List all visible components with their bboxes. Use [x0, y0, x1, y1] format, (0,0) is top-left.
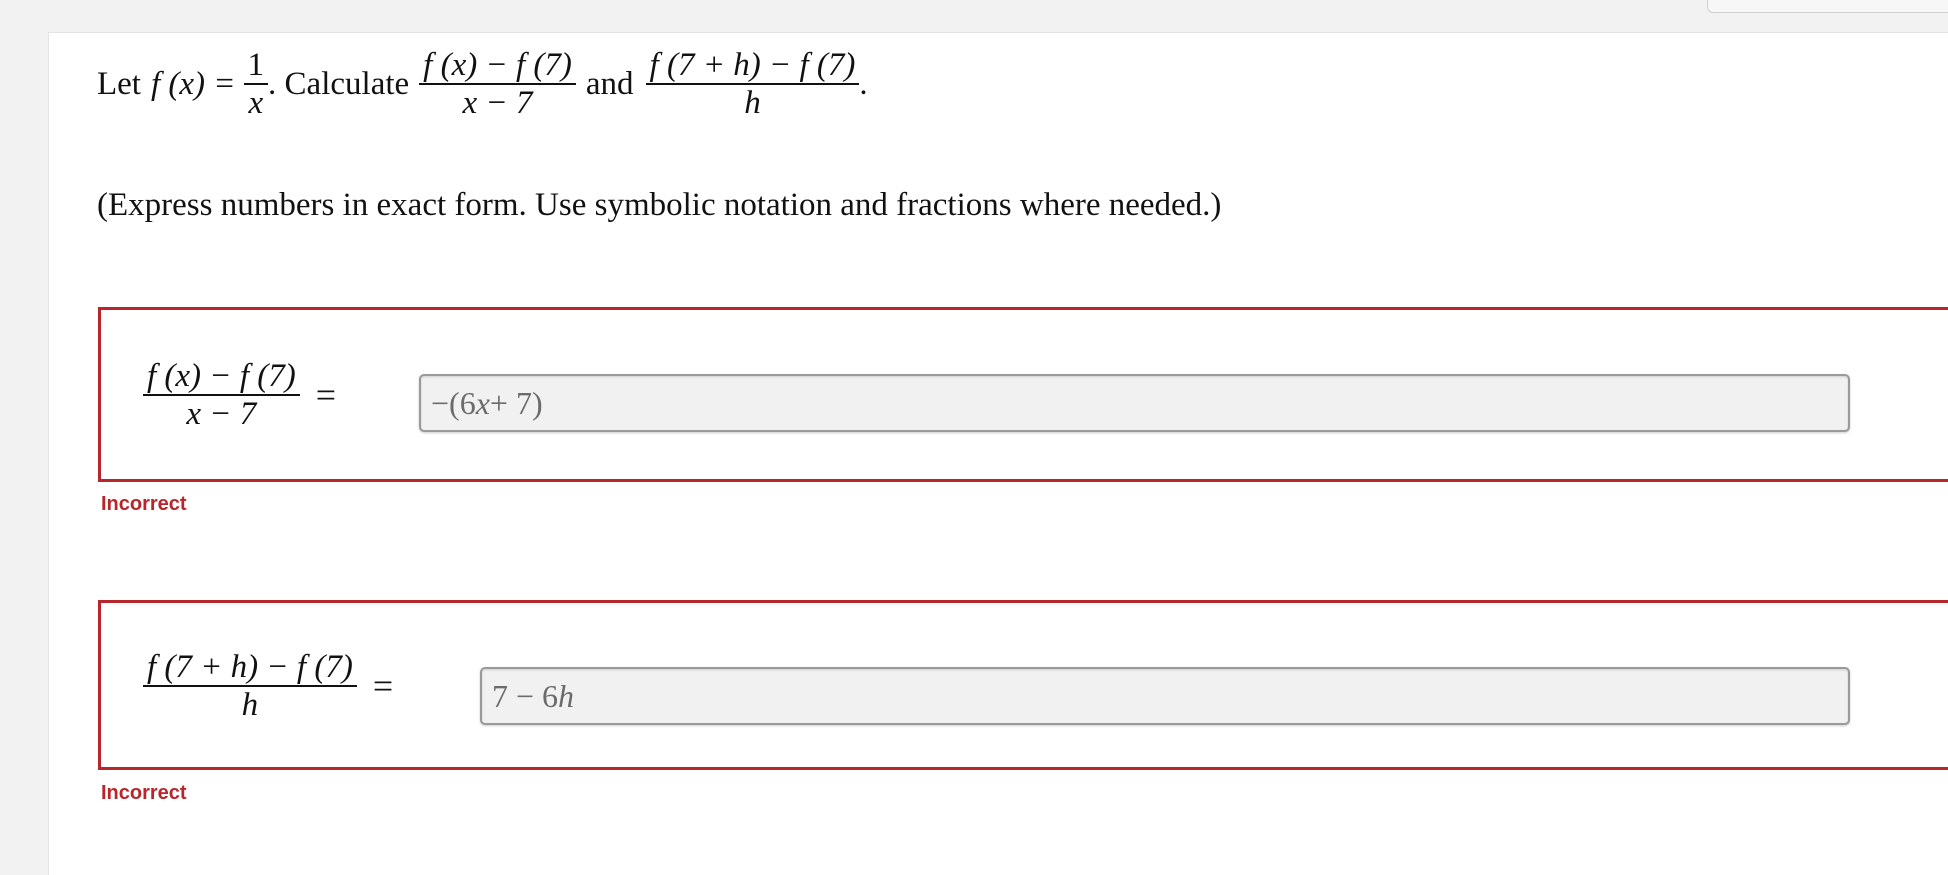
answer-1-expression: f (x) − f (7) x − 7 =: [143, 358, 336, 433]
question-text: Let f (x) = 1 x . Calculate f (x) − f (7…: [97, 47, 868, 122]
question-card: Let f (x) = 1 x . Calculate f (x) − f (7…: [48, 32, 1948, 875]
instructions-text: (Express numbers in exact form. Use symb…: [97, 187, 1222, 223]
equals-sign: =: [315, 375, 337, 416]
answer-1-fraction: f (x) − f (7) x − 7: [143, 358, 300, 433]
answer-box-1: f (x) − f (7) x − 7 = −(6 x + 7): [98, 307, 1948, 482]
expr1-numerator: f (x) − f (7): [423, 47, 572, 83]
answer-2-value-prefix: 7 − 6: [492, 677, 559, 714]
answer-2-expression: f (7 + h) − f (7) h =: [143, 649, 393, 724]
expr2-denominator: h: [744, 85, 761, 122]
period: .: [859, 65, 868, 102]
definition-numerator: 1: [247, 47, 265, 83]
expr2-numerator: f (7 + h) − f (7): [649, 47, 856, 83]
let-word: Let: [97, 65, 141, 102]
answer-2-status: Incorrect: [101, 782, 187, 804]
difference-quotient-1: f (x) − f (7) x − 7: [419, 47, 576, 122]
answer-box-2: f (7 + h) − f (7) h = 7 − 6h: [98, 600, 1948, 770]
answer-1-numerator: f (x) − f (7): [147, 358, 296, 394]
difference-quotient-2: f (7 + h) − f (7) h: [645, 47, 860, 122]
answer-1-value-suffix: + 7): [489, 384, 543, 421]
calculate-word: . Calculate: [268, 65, 410, 102]
answer-2-value-var: h: [558, 677, 575, 714]
answer-2-numerator: f (7 + h) − f (7): [147, 649, 353, 685]
answer-2-input[interactable]: 7 − 6h: [480, 667, 1850, 725]
top-right-panel-edge: [1707, 0, 1948, 13]
function-definition-fraction: 1 x: [243, 47, 269, 122]
definition-denominator: x: [248, 85, 264, 122]
answer-2-denominator: h: [241, 687, 259, 724]
function-lhs: f (x) =: [150, 65, 236, 102]
answer-1-input[interactable]: −(6 x + 7): [419, 374, 1850, 432]
answer-1-denominator: x − 7: [186, 396, 257, 433]
expr1-denominator: x − 7: [462, 85, 533, 122]
answer-1-value-var: x: [475, 384, 490, 421]
answer-1-value-prefix: −(6: [431, 384, 476, 421]
equals-sign: =: [372, 666, 394, 707]
and-word: and: [585, 65, 634, 102]
answer-1-status: Incorrect: [101, 493, 187, 515]
answer-2-fraction: f (7 + h) − f (7) h: [143, 649, 357, 724]
